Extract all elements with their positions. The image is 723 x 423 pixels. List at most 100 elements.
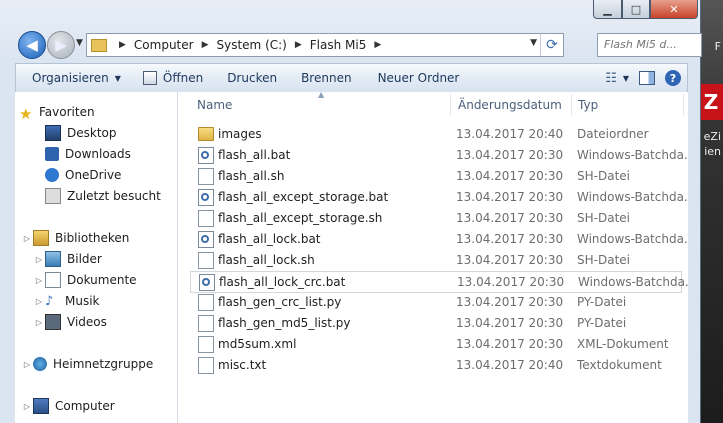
column-divider[interactable] [683, 94, 684, 116]
downloads-icon [45, 147, 59, 161]
expand-icon[interactable]: ▷ [33, 276, 45, 285]
expand-icon[interactable]: ▷ [33, 255, 45, 264]
expand-icon[interactable]: ▷ [21, 360, 33, 369]
sidebar-item-music[interactable]: ▷ ♪ Musik [33, 291, 100, 311]
sidebar-item-computer[interactable]: ▷ Computer [21, 396, 115, 416]
search-box[interactable] [597, 33, 702, 57]
desktop-icon [45, 125, 61, 141]
sidebar-item-pictures[interactable]: ▷ Bilder [33, 249, 102, 269]
minimize-button[interactable]: ▁ [593, 0, 622, 19]
file-type: PY-Datei [577, 295, 627, 309]
column-header-type[interactable]: Typ [578, 98, 598, 112]
toolbar-right: ☷ ▼ ? [599, 70, 687, 86]
sidebar-label: Favoriten [39, 105, 95, 119]
file-row[interactable]: flash_all_lock_crc.bat 13.04.2017 20:30 Wi… [190, 271, 688, 293]
sidebar-item-homegroup[interactable]: ▷ Heimnetzgruppe [21, 354, 153, 374]
burn-button[interactable]: Brennen [293, 64, 359, 92]
file-row[interactable]: images 13.04.2017 20:40 Dateiordner [190, 124, 682, 144]
file-icon [198, 167, 214, 185]
file-date: 13.04.2017 20:30 [456, 148, 564, 162]
file-row[interactable]: flash_all_except_storage.sh 13.04.2017 20… [190, 208, 682, 228]
maximize-button[interactable]: □ [622, 0, 650, 19]
chevron-right-icon[interactable]: ▶ [374, 40, 381, 50]
file-icon [198, 209, 214, 227]
file-type: Textdokument [577, 358, 662, 372]
file-list: ▲ Name Änderungsdatum Typ images 13.04.20… [178, 92, 688, 423]
file-row[interactable]: flash_gen_md5_list.py 13.04.2017 20:30 PY-… [190, 313, 682, 333]
desktop-text-2: eZi [703, 130, 721, 143]
file-date: 13.04.2017 20:30 [456, 316, 564, 330]
organize-button[interactable]: Organisieren ▼ [16, 64, 135, 92]
sidebar-item-desktop[interactable]: Desktop [45, 123, 117, 143]
help-icon[interactable]: ? [665, 70, 681, 86]
file-row[interactable]: flash_all_lock.sh 13.04.2017 20:30 SH-Date… [190, 250, 682, 270]
file-row[interactable]: flash_gen_crc_list.py 13.04.2017 20:30 PY-… [190, 292, 682, 312]
forward-arrow-icon[interactable]: ▶ [47, 31, 75, 59]
expand-icon[interactable]: ▷ [21, 402, 33, 411]
breadcrumb-computer[interactable]: Computer [134, 38, 194, 52]
column-header-name[interactable]: Name [197, 98, 232, 112]
file-icon [198, 314, 214, 332]
chevron-down-icon: ▼ [114, 73, 121, 83]
refresh-icon[interactable]: ⟳ [540, 34, 563, 56]
expand-icon[interactable]: ▷ [21, 234, 33, 243]
new-folder-button[interactable]: Neuer Ordner [370, 64, 468, 92]
expand-icon[interactable]: ▷ [33, 297, 45, 306]
file-icon [198, 251, 214, 269]
sidebar-item-documents[interactable]: ▷ Dokumente [33, 270, 137, 290]
file-row[interactable]: flash_all_except_storage.bat 13.04.2017 2… [190, 187, 688, 207]
file-name: flash_all.sh [218, 169, 285, 183]
folder-icon [91, 38, 107, 52]
sidebar-item-onedrive[interactable]: OneDrive [45, 165, 121, 185]
column-divider[interactable] [571, 94, 572, 116]
videos-icon [45, 314, 61, 330]
file-type: Windows-Batchda... [577, 232, 688, 246]
sort-ascending-icon: ▲ [318, 92, 325, 99]
recent-places-icon [45, 188, 61, 204]
column-divider[interactable] [450, 94, 451, 116]
back-arrow-icon[interactable]: ◀ [18, 31, 46, 59]
file-date: 13.04.2017 20:30 [456, 190, 564, 204]
sidebar-label: Dokumente [67, 273, 137, 287]
preview-pane-icon[interactable] [639, 71, 655, 85]
sidebar-label: OneDrive [65, 168, 122, 182]
print-button[interactable]: Drucken [219, 64, 285, 92]
breadcrumb-system-c[interactable]: System (C:) [217, 38, 287, 52]
recent-pages-dropdown[interactable]: ▼ [76, 38, 83, 48]
computer-icon [33, 398, 49, 414]
file-row[interactable]: flash_all.bat 13.04.2017 20:30 Windows-Bat… [190, 145, 688, 165]
close-button[interactable]: ✕ [650, 0, 698, 19]
batch-file-icon [198, 188, 214, 206]
sidebar-label: Heimnetzgruppe [53, 357, 154, 371]
sidebar-item-videos[interactable]: ▷ Videos [33, 312, 107, 332]
sidebar-item-libraries[interactable]: ▷ Bibliotheken [21, 228, 129, 248]
sidebar-item-downloads[interactable]: Downloads [45, 144, 131, 164]
file-row[interactable]: flash_all.sh 13.04.2017 20:30 SH-Datei [190, 166, 682, 186]
file-type: Dateiordner [577, 127, 649, 141]
sidebar-label: Bibliotheken [55, 231, 130, 245]
chevron-right-icon[interactable]: ▶ [119, 40, 126, 50]
search-input[interactable] [598, 34, 690, 54]
chevron-right-icon[interactable]: ▶ [202, 40, 209, 50]
chevron-down-icon[interactable]: ▼ [623, 74, 629, 83]
sidebar-label: Zuletzt besucht [67, 189, 161, 203]
column-header-date[interactable]: Änderungsdatum [458, 98, 562, 112]
address-dropdown-icon[interactable]: ▼ [530, 38, 537, 48]
sidebar-item-recent[interactable]: Zuletzt besucht [45, 186, 161, 206]
breadcrumb-flash-mi5[interactable]: Flash Mi5 [310, 38, 367, 52]
chevron-right-icon[interactable]: ▶ [295, 40, 302, 50]
file-date: 13.04.2017 20:40 [456, 358, 564, 372]
caption-buttons: ▁ □ ✕ [593, 0, 698, 19]
batch-file-icon [198, 230, 214, 248]
desktop-app-badge: Z [699, 84, 723, 120]
address-bar[interactable]: ▶ Computer ▶ System (C:) ▶ Flash Mi5 ▶ ▼… [86, 33, 564, 57]
file-name: flash_all_except_storage.bat [218, 190, 389, 204]
file-name: flash_all_lock.bat [218, 232, 321, 246]
file-row[interactable]: flash_all_lock.bat 13.04.2017 20:30 Window… [190, 229, 688, 249]
open-button[interactable]: Öffnen [135, 64, 211, 92]
file-row[interactable]: md5sum.xml 13.04.2017 20:30 XML-Dokument [190, 334, 682, 354]
file-row[interactable]: misc.txt 13.04.2017 20:40 Textdokument [190, 355, 682, 375]
sidebar-item-favorites[interactable]: ★ Favoriten [19, 102, 95, 123]
view-options-icon[interactable]: ☷ [599, 71, 623, 86]
expand-icon[interactable]: ▷ [33, 318, 45, 327]
